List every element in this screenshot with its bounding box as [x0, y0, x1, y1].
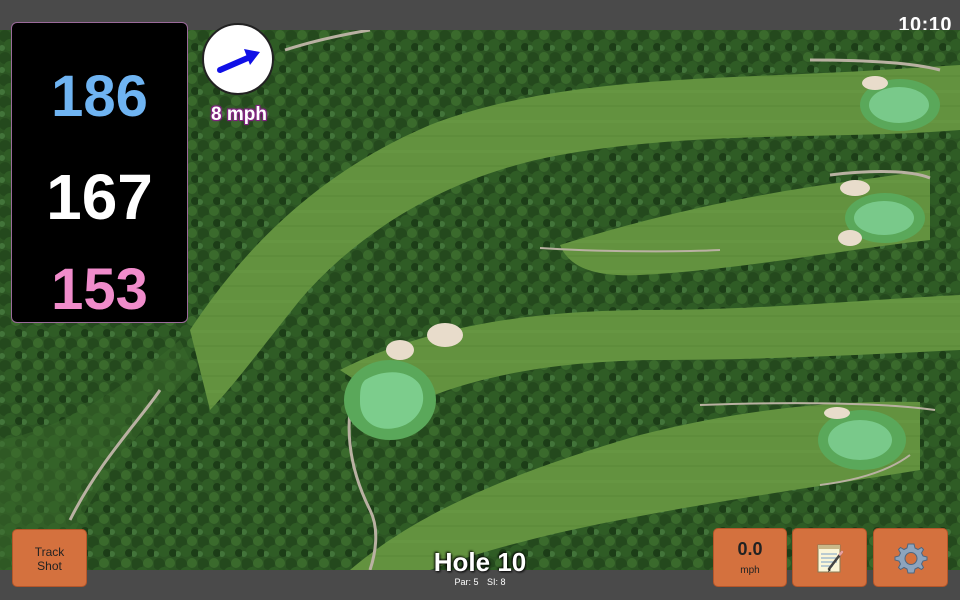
wind-speed-value: 0.0	[737, 539, 763, 559]
wind-speed-button[interactable]: 0.0 mph	[713, 528, 787, 587]
notes-button[interactable]	[792, 528, 867, 587]
track-shot-button[interactable]: Track Shot	[12, 529, 87, 587]
hole-stroke-index: SI: 8	[487, 577, 506, 587]
gear-icon	[894, 543, 927, 573]
wind-speed-label: 8 mph	[211, 104, 267, 125]
notepad-icon	[817, 544, 843, 572]
distance-front: 153	[51, 257, 148, 322]
wind-arrow-icon	[217, 49, 260, 73]
wind-speed-unit: mph	[740, 565, 760, 576]
hole-par: Par: 5	[454, 577, 479, 587]
hole-title: Hole 10	[433, 547, 527, 577]
track-shot-label-line2: Shot	[37, 559, 62, 573]
distance-panel: 186 167 153	[11, 22, 188, 323]
settings-button[interactable]	[873, 528, 948, 587]
wind-direction-dial	[202, 23, 274, 95]
distance-middle: 167	[46, 161, 153, 233]
track-shot-label-line1: Track	[34, 545, 65, 559]
hole-meta: Par: 5 SI: 8	[380, 577, 580, 587]
distance-back: 186	[51, 64, 148, 129]
